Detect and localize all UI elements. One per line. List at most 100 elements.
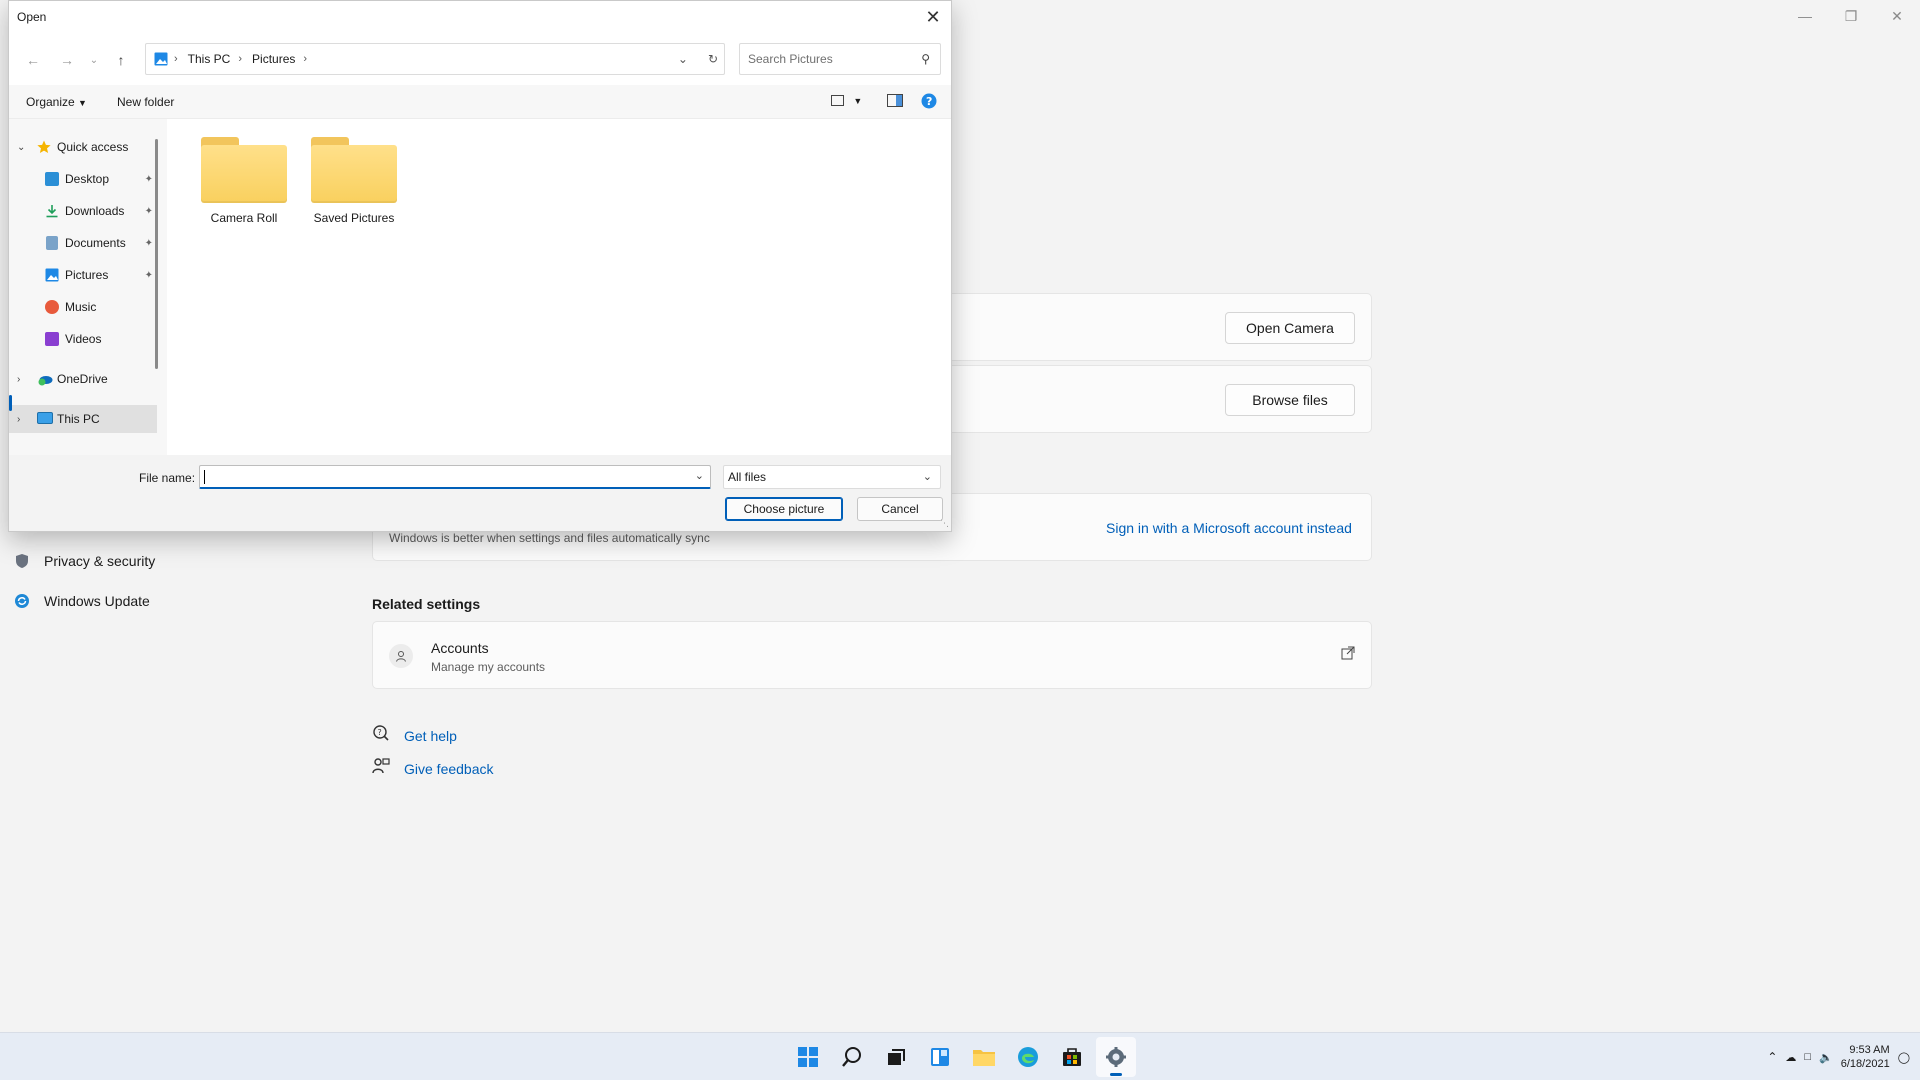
nav-item-label: Privacy & security (44, 553, 156, 569)
nav-label: Quick access (57, 140, 129, 154)
folder-item[interactable]: Camera Roll (194, 137, 294, 225)
volume-icon[interactable]: 🔈 (1819, 1051, 1833, 1064)
back-arrow-icon[interactable]: ← (19, 49, 47, 71)
accounts-card[interactable]: Accounts Manage my accounts (372, 621, 1372, 689)
breadcrumb-chevron-icon[interactable]: › (238, 53, 242, 65)
recent-locations-chevron-icon[interactable]: ⌄ (87, 49, 101, 71)
nav-music[interactable]: Music (9, 293, 157, 321)
breadcrumb-pictures[interactable]: Pictures (252, 52, 295, 66)
nav-pictures[interactable]: Pictures ✦ (9, 261, 157, 289)
pin-icon: ✦ (144, 237, 153, 249)
get-help-link[interactable]: ? Get help (372, 724, 457, 747)
search-input[interactable]: Search Pictures ⚲ (739, 43, 941, 75)
address-bar[interactable]: › This PC › Pictures › ⌄ ↻ (145, 43, 725, 75)
taskbar-apps (788, 1037, 1136, 1077)
shield-icon (14, 553, 30, 569)
update-icon (14, 593, 30, 609)
accounts-title: Accounts (431, 640, 489, 656)
notifications-icon[interactable]: ◯ (1898, 1051, 1910, 1064)
chevron-down-icon: ▼ (853, 96, 863, 106)
help-icon: ? (372, 724, 390, 747)
external-link-icon (1341, 646, 1355, 665)
nav-item-privacy-security[interactable]: Privacy & security (14, 553, 155, 569)
pin-icon: ✦ (144, 205, 153, 217)
folder-item[interactable]: Saved Pictures (304, 137, 404, 225)
nav-label: Pictures (65, 268, 109, 282)
pictures-icon (45, 268, 59, 282)
task-view-icon[interactable] (876, 1037, 916, 1077)
address-history-chevron-icon[interactable]: ⌄ (678, 52, 688, 66)
open-camera-button[interactable]: Open Camera (1225, 312, 1355, 344)
refresh-icon[interactable]: ↻ (708, 52, 718, 66)
chevron-up-icon[interactable]: ⌃ (1767, 1050, 1777, 1064)
sign-in-link[interactable]: Sign in with a Microsoft account instead (1106, 520, 1352, 536)
nav-label: This PC (57, 412, 100, 426)
restore-icon[interactable]: ❐ (1828, 0, 1874, 32)
start-icon[interactable] (788, 1037, 828, 1077)
person-icon (389, 644, 413, 668)
nav-label: Videos (65, 332, 102, 346)
chevron-down-icon[interactable]: ⌄ (695, 469, 704, 482)
nav-quick-access[interactable]: ⌄ Quick access (9, 133, 157, 161)
cloud-icon[interactable]: ☁ (1785, 1051, 1796, 1064)
nav-onedrive[interactable]: › OneDrive (9, 365, 157, 393)
folder-label: Camera Roll (210, 211, 278, 225)
nav-label: Downloads (65, 204, 125, 218)
resize-grip-icon[interactable]: ⋱ (940, 518, 949, 529)
give-feedback-link[interactable]: Give feedback (372, 757, 494, 780)
chevron-down-icon[interactable]: ⌄ (17, 142, 25, 153)
preview-pane-icon[interactable] (887, 94, 903, 110)
search-placeholder: Search Pictures (748, 52, 833, 66)
music-icon (45, 300, 59, 314)
store-icon[interactable] (1052, 1037, 1092, 1077)
settings-icon[interactable] (1096, 1037, 1136, 1077)
cancel-button[interactable]: Cancel (857, 497, 943, 521)
folder-icon (201, 137, 287, 203)
nav-this-pc[interactable]: › This PC (9, 405, 157, 433)
close-icon[interactable]: ✕ (921, 5, 945, 29)
breadcrumb-this-pc[interactable]: This PC (188, 52, 231, 66)
minimize-icon[interactable]: — (1782, 0, 1828, 32)
chevron-right-icon[interactable]: › (17, 414, 20, 425)
new-folder-button[interactable]: New folder (117, 95, 174, 109)
help-icon[interactable]: ? (921, 93, 937, 112)
choose-picture-button[interactable]: Choose picture (725, 497, 843, 521)
widgets-icon[interactable] (920, 1037, 960, 1077)
navigation-buttons: ← → ⌄ ↑ (19, 49, 135, 71)
nav-desktop[interactable]: Desktop ✦ (9, 165, 157, 193)
onedrive-icon (37, 372, 53, 386)
network-icon[interactable]: □ (1804, 1051, 1811, 1063)
navigation-scrollbar[interactable] (155, 139, 158, 369)
nav-downloads[interactable]: Downloads ✦ (9, 197, 157, 225)
chevron-down-icon: ▼ (78, 98, 87, 108)
clock[interactable]: 9:53 AM 6/18/2021 (1841, 1043, 1890, 1071)
navigation-pane: ⌄ Quick access Desktop ✦ Downloads ✦ Doc… (9, 119, 167, 455)
file-name-input[interactable]: ⌄ (199, 465, 711, 489)
sync-description: Windows is better when settings and file… (389, 531, 710, 545)
nav-documents[interactable]: Documents ✦ (9, 229, 157, 257)
file-type-select[interactable]: All files ⌄ (723, 465, 941, 489)
edge-icon[interactable] (1008, 1037, 1048, 1077)
system-tray: ⌃ ☁ □ 🔈 9:53 AM 6/18/2021 ◯ (1767, 1033, 1910, 1080)
breadcrumb-chevron-icon[interactable]: › (303, 53, 307, 65)
download-icon (45, 204, 59, 218)
folder-icon (311, 137, 397, 203)
nav-item-windows-update[interactable]: Windows Update (14, 593, 150, 609)
view-options-button[interactable]: ▼ (831, 93, 862, 107)
forward-arrow-icon[interactable]: → (53, 49, 81, 71)
up-arrow-icon[interactable]: ↑ (107, 49, 135, 71)
file-explorer-icon[interactable] (964, 1037, 1004, 1077)
nav-item-label: Windows Update (44, 593, 150, 609)
search-icon[interactable] (832, 1037, 872, 1077)
pin-icon: ✦ (144, 269, 153, 281)
organize-button[interactable]: Organize ▼ (26, 95, 87, 109)
folder-label: Saved Pictures (313, 211, 395, 225)
desktop-icon (45, 172, 59, 186)
computer-icon (37, 412, 53, 424)
nav-videos[interactable]: Videos (9, 325, 157, 353)
breadcrumb-chevron-icon[interactable]: › (174, 53, 178, 65)
window-controls: — ❐ ✕ (1782, 0, 1920, 32)
browse-files-button[interactable]: Browse files (1225, 384, 1355, 416)
close-icon[interactable]: ✕ (1874, 0, 1920, 32)
chevron-right-icon[interactable]: › (17, 374, 20, 385)
